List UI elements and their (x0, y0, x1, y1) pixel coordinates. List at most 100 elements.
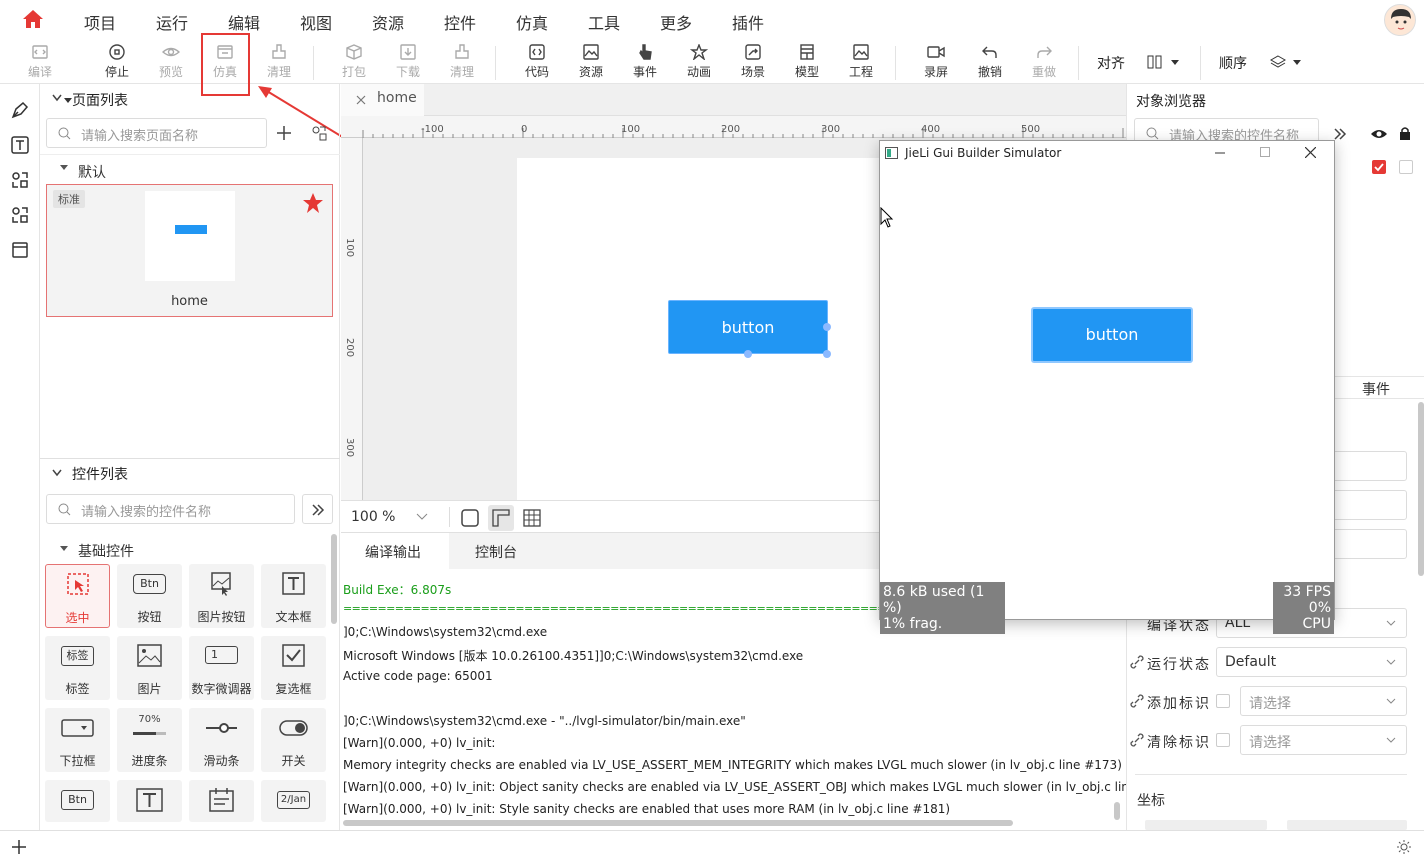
coord-y-field[interactable] (1287, 820, 1407, 830)
widget-dropdown[interactable]: 下拉框 (45, 708, 110, 772)
widget-checkbox[interactable]: 复选框 (261, 636, 326, 700)
project-button[interactable]: 工程 (841, 44, 881, 80)
basic-group-chevron-icon[interactable] (60, 546, 68, 552)
design-button-widget[interactable]: button (668, 300, 828, 354)
home-icon[interactable] (22, 9, 44, 29)
resize-handle[interactable] (823, 323, 831, 331)
clean2-button[interactable]: 清理 (442, 44, 482, 80)
menu-plugin[interactable]: 插件 (732, 10, 764, 34)
zoom-level[interactable]: 100 % (351, 509, 395, 525)
order-label[interactable]: 顺序 (1219, 53, 1247, 73)
align-icon[interactable] (1147, 54, 1179, 70)
menu-edit[interactable]: 编辑 (228, 10, 260, 34)
widget-calendar[interactable] (189, 780, 254, 822)
avatar[interactable] (1384, 4, 1416, 36)
page-component-icon[interactable] (311, 125, 327, 141)
output-h-scrollbar[interactable] (343, 820, 1013, 826)
menu-widget[interactable]: 控件 (444, 10, 476, 34)
link-component-icon[interactable] (10, 205, 30, 225)
pack-button[interactable]: 打包 (334, 44, 374, 80)
run-state-select[interactable]: Default (1216, 647, 1407, 677)
tab-event[interactable]: 事件 (1362, 379, 1390, 399)
menu-project[interactable]: 项目 (84, 10, 116, 34)
layers-icon[interactable] (1269, 54, 1301, 70)
redo-button[interactable]: 重做 (1024, 44, 1064, 80)
coord-x-field[interactable] (1145, 820, 1267, 830)
simulated-button[interactable]: button (1031, 307, 1193, 363)
code-button[interactable]: 代码 (517, 44, 557, 80)
grid-icon[interactable] (523, 509, 541, 527)
menu-more[interactable]: 更多 (660, 10, 692, 34)
animation-button[interactable]: 动画 (679, 44, 719, 80)
compile-button[interactable]: 编译 (20, 44, 60, 80)
widget-textbox[interactable]: 文本框 (261, 564, 326, 628)
ruler-toggle[interactable] (488, 505, 514, 531)
widget-label[interactable]: 标签 标签 (45, 636, 110, 700)
menu-run[interactable]: 运行 (156, 10, 188, 34)
widget-expand-button[interactable] (302, 494, 333, 524)
widget-progress[interactable]: 70% 进度条 (117, 708, 182, 772)
widget-textarea[interactable] (117, 780, 182, 822)
fit-screen-icon[interactable] (461, 509, 479, 527)
widget-slider[interactable]: 滑动条 (189, 708, 254, 772)
tab-console[interactable]: 控制台 (449, 533, 557, 569)
settings-gear-icon[interactable] (1396, 839, 1412, 855)
close-tab-icon[interactable] (356, 95, 366, 105)
preview-button[interactable]: 预览 (151, 44, 191, 80)
text-tool-icon[interactable] (10, 135, 30, 155)
widget-switch[interactable]: 开关 (261, 708, 326, 772)
maximize-icon[interactable] (1260, 147, 1270, 157)
menu-tools[interactable]: 工具 (588, 10, 620, 34)
widget-date[interactable]: 2/Jan (261, 780, 326, 822)
component-icon[interactable] (10, 170, 30, 190)
clear-flag-select[interactable]: 请选择 (1240, 725, 1407, 755)
add-page-icon[interactable] (276, 125, 292, 141)
event-button[interactable]: 事件 (625, 44, 665, 80)
clean-button[interactable]: 清理 (259, 44, 299, 80)
menu-view[interactable]: 视图 (300, 10, 332, 34)
model-button[interactable]: 模型 (787, 44, 827, 80)
menu-resource[interactable]: 资源 (372, 10, 404, 34)
zoom-dropdown-icon[interactable] (416, 513, 428, 521)
eye-icon[interactable] (1370, 128, 1388, 140)
scene-button[interactable]: 场景 (733, 44, 773, 80)
widget-search-input[interactable]: 请输入搜索的控件名称 (46, 494, 295, 524)
menu-simulate[interactable]: 仿真 (516, 10, 548, 34)
pen-tool-icon[interactable] (10, 100, 30, 120)
tab-compile-output[interactable]: 编译输出 (341, 533, 449, 569)
resize-handle[interactable] (744, 350, 752, 358)
widget-collapse-chevron-icon[interactable] (52, 469, 62, 477)
widget-image-button[interactable]: 图片按钮 (189, 564, 254, 628)
visible-checkbox[interactable] (1372, 160, 1386, 174)
add-flag-select[interactable]: 请选择 (1240, 686, 1407, 716)
align-label[interactable]: 对齐 (1097, 53, 1125, 73)
resource-button[interactable]: 资源 (571, 44, 611, 80)
widget-button[interactable]: Btn 按钮 (117, 564, 182, 628)
add-icon[interactable] (11, 839, 27, 855)
clear-flag-checkbox[interactable] (1216, 733, 1230, 747)
window-icon[interactable] (10, 240, 30, 260)
page-search-input[interactable]: 请输入搜索页面名称 (46, 118, 267, 148)
undo-button[interactable]: 撤销 (970, 44, 1010, 80)
widget-spinbox[interactable]: 1 数字微调器 (189, 636, 254, 700)
simulator-titlebar[interactable]: JieLi Gui Builder Simulator (880, 141, 1334, 165)
lock-checkbox[interactable] (1399, 160, 1413, 174)
collapse-chevron-icon[interactable] (52, 94, 62, 102)
resize-handle[interactable] (823, 350, 831, 358)
group-chevron-icon[interactable] (60, 165, 68, 171)
widget-image[interactable]: 图片 (117, 636, 182, 700)
widget-scrollbar[interactable] (331, 534, 337, 624)
favorite-star-icon[interactable] (302, 192, 324, 214)
simulator-window[interactable]: JieLi Gui Builder Simulator button 8.6 k… (879, 140, 1335, 634)
minimize-icon[interactable] (1215, 152, 1225, 154)
tab-home[interactable]: home (341, 84, 424, 116)
record-button[interactable]: 录屏 (916, 44, 956, 80)
widget-button-matrix[interactable]: Btn (45, 780, 110, 822)
widget-select[interactable]: 选中 (45, 564, 110, 628)
page-card-home[interactable]: 标准 home (46, 184, 333, 317)
stop-button[interactable]: 停止 (97, 44, 137, 80)
output-v-scrollbar[interactable] (1114, 802, 1120, 820)
close-icon[interactable] (1305, 147, 1316, 158)
lock-icon[interactable] (1399, 126, 1411, 141)
add-flag-checkbox[interactable] (1216, 694, 1230, 708)
